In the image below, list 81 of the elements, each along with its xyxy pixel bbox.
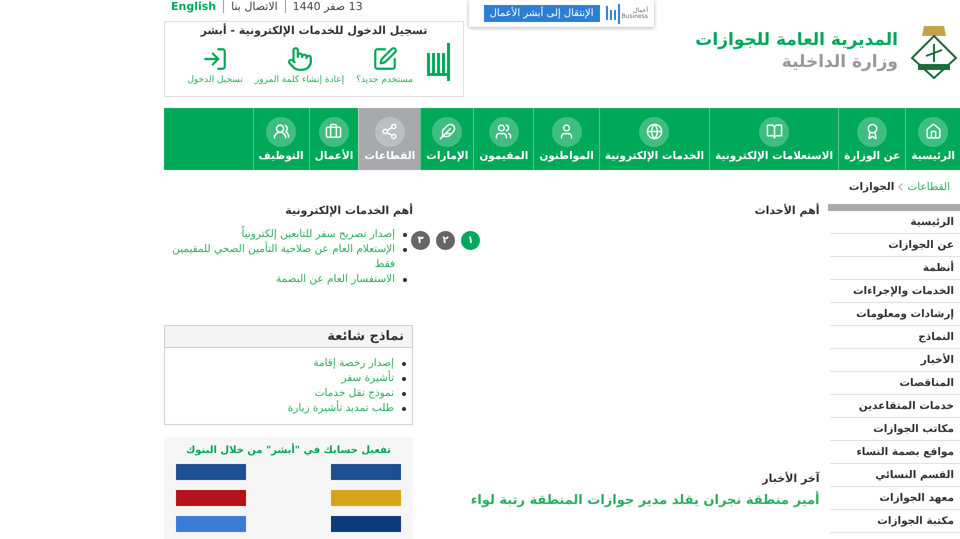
nav-icon <box>552 116 582 146</box>
login-title: تسجيل الدخول للخدمات الإلكترونية - أبشر <box>200 24 428 37</box>
nav-icon <box>857 116 888 146</box>
sidebar-item[interactable]: مكتبة الجوازات <box>830 510 960 533</box>
bank-logo-placeholder <box>176 464 246 480</box>
bullet-icon <box>403 233 408 237</box>
login-icon <box>202 46 228 72</box>
bank-logo-placeholder <box>331 490 402 506</box>
service-link[interactable]: الاستفسار العام عن البصمة <box>276 272 396 287</box>
breadcrumb-item[interactable]: الجوازات <box>848 181 894 193</box>
bullet-icon <box>403 248 408 252</box>
nav-tab[interactable]: المواطنون <box>533 108 599 170</box>
nav-icon <box>918 116 948 146</box>
slide-dot[interactable]: ٢ <box>436 231 456 250</box>
bank-logo-placeholder <box>331 464 402 480</box>
bank-logo-placeholder <box>331 516 402 532</box>
nav-icon <box>488 116 519 146</box>
nav-tab[interactable]: عن الوزارة <box>838 108 906 170</box>
events-heading: أهم الأحداث <box>754 204 820 217</box>
nav-tab[interactable]: الرئيسية <box>905 108 960 170</box>
sidebar-item[interactable]: خدمات المتقاعدين <box>830 395 960 418</box>
bullet-icon <box>402 392 406 396</box>
form-link[interactable]: تأشيرة سفر <box>341 371 394 386</box>
sidebar-item[interactable]: معهد الجوازات <box>830 487 960 510</box>
nav-icon <box>318 116 349 146</box>
bullet-icon <box>403 278 408 282</box>
slide-dot[interactable]: ٣ <box>411 231 430 250</box>
eservices-heading: أهم الخدمات الإلكترونية <box>284 204 414 217</box>
bullet-icon <box>402 407 406 411</box>
news-headline-link[interactable]: أمير منطقة نجران يقلد مدير جوازات المنطقة رتبة لواء <box>421 493 820 508</box>
banner-title: تفعيل حسابك في "أبشر" من خلال البنوك <box>186 445 391 456</box>
chevron-icon <box>898 183 904 191</box>
nav-tab[interactable]: التوظيف <box>252 108 309 170</box>
slide-dot[interactable]: ١ <box>461 231 480 250</box>
forms-heading: نماذج شائعة <box>165 326 412 348</box>
bank-logo-placeholder <box>176 490 246 506</box>
nav-icon <box>266 116 296 146</box>
form-link[interactable]: نموذج نقل خدمات <box>314 386 394 401</box>
form-link[interactable]: طلب تمديد تأشيرة زيارة <box>288 401 394 416</box>
pointer-icon <box>286 46 313 72</box>
sidebar-item[interactable]: القسم النسائي <box>830 464 960 487</box>
breadcrumb-item[interactable]: القطاعات <box>907 181 950 193</box>
bank-logo-placeholder <box>176 516 246 532</box>
service-link[interactable]: إصدار تصريح سفر للتابعين إلكترونياً <box>242 227 396 242</box>
nav-icon <box>639 116 670 146</box>
form-link[interactable]: إصدار رخصة إقامة <box>313 356 394 371</box>
business-button[interactable]: الإنتقال إلى أبشر الأعمال <box>484 5 600 22</box>
sidebar-item[interactable]: مكاتب الجوازات <box>830 418 960 441</box>
sidebar-item[interactable]: الخدمات والإجراءات <box>830 280 960 303</box>
sidebar-item[interactable]: الأخبار <box>830 349 960 372</box>
login-action-link[interactable]: إعادة إنشاء كلمة المرور <box>254 46 344 85</box>
login-action-link[interactable]: تسجيل الدخول <box>187 46 243 85</box>
nav-icon <box>374 116 405 146</box>
service-link[interactable]: الإستعلام العام عن صلاحية التأمين الصحي للمقيمين فقط <box>164 242 396 272</box>
nav-tab[interactable]: القطاعات <box>358 108 420 170</box>
nav-icon <box>759 116 790 146</box>
site-subtitle: وزارة الداخلية <box>780 52 898 72</box>
banks-banner[interactable]: تفعيل حسابك في "أبشر" من خلال البنوك <box>164 437 414 539</box>
nav-tab[interactable]: الإمارات <box>420 108 474 170</box>
date-text: 13 صفر 1440 <box>292 0 364 12</box>
sidebar-item[interactable]: عن الجوازات <box>830 234 960 257</box>
news-heading: آخر الأخبار <box>760 472 820 485</box>
sidebar-item[interactable]: المناقصات <box>830 372 960 395</box>
bars-logo-icon <box>606 4 620 24</box>
nav-tab[interactable]: الخدمات الإلكترونية <box>598 108 710 170</box>
nav-tab[interactable]: الأعمال <box>308 108 358 170</box>
nav-tab[interactable]: الاستعلامات الإلكترونية <box>709 108 838 170</box>
nav-icon <box>432 116 462 146</box>
sidebar-item[interactable]: إرشادات ومعلومات <box>830 303 960 326</box>
site-title: المديرية العامة للجوازات <box>695 30 898 50</box>
bullet-icon <box>402 377 406 381</box>
login-action-link[interactable]: مستخدم جديد؟ <box>356 46 413 85</box>
sidebar-item[interactable]: مواقع بصمة النساء <box>830 441 960 464</box>
edit-icon <box>372 46 398 72</box>
bullet-icon <box>402 362 406 366</box>
sidebar-item[interactable]: أنظمة <box>830 257 960 280</box>
nav-tab[interactable]: المقيمون <box>473 108 534 170</box>
contact-link[interactable]: الاتصال بنا <box>224 0 286 12</box>
sidebar-item[interactable]: النماذج <box>830 326 960 349</box>
sidebar-item[interactable]: الرئيسية <box>830 211 960 234</box>
language-link[interactable]: English <box>164 0 224 12</box>
